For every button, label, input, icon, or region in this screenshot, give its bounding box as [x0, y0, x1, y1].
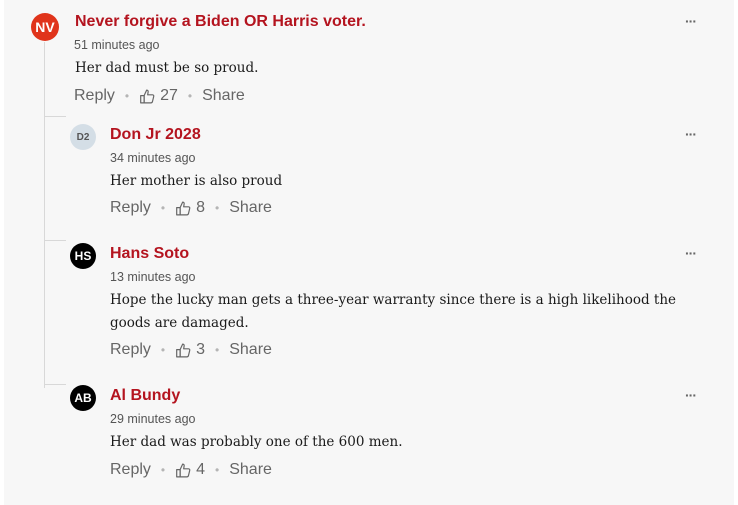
avatar[interactable]: NV [31, 13, 59, 41]
comment-timestamp[interactable]: 13 minutes ago [110, 270, 195, 284]
avatar-initials: D2 [76, 131, 90, 143]
avatar-initials: NV [35, 19, 55, 35]
thread-branch [44, 240, 66, 241]
separator-dot: • [187, 89, 193, 103]
thumbs-up-icon [140, 89, 155, 103]
share-button[interactable]: Share [202, 87, 245, 105]
thumbs-up-icon [176, 201, 191, 215]
comment-timestamp[interactable]: 29 minutes ago [110, 412, 195, 426]
reply-button[interactable]: Reply [110, 199, 151, 217]
comment-text: Her dad was probably one of the 600 men. [110, 434, 403, 450]
thread-branch [44, 116, 66, 117]
comment-author[interactable]: Never forgive a Biden OR Harris voter. [75, 13, 366, 31]
like-count: 4 [196, 461, 206, 478]
reply-button[interactable]: Reply [110, 461, 151, 479]
share-button[interactable]: Share [229, 199, 272, 217]
more-options-icon[interactable]: ··· [685, 13, 697, 29]
avatar[interactable]: AB [70, 385, 96, 411]
separator-dot: • [160, 343, 166, 357]
comments-panel: NV Never forgive a Biden OR Harris voter… [4, 0, 734, 505]
like-count: 8 [196, 199, 206, 216]
like-button[interactable]: 3 [175, 341, 205, 359]
thread-line [44, 42, 45, 388]
separator-dot: • [160, 463, 166, 477]
like-count: 3 [196, 341, 206, 358]
like-button[interactable]: 8 [175, 199, 205, 217]
reply-button[interactable]: Reply [110, 341, 151, 359]
comment-author[interactable]: Don Jr 2028 [110, 126, 201, 144]
comment-text: Her mother is also proud [110, 173, 283, 189]
separator-dot: • [124, 89, 130, 103]
like-button[interactable]: 27 [139, 87, 178, 105]
comment-text: Hope the lucky man gets a three-year war… [110, 292, 677, 331]
comment-actions: Reply • 3 • Share [110, 341, 272, 359]
more-options-icon[interactable]: ··· [685, 126, 697, 142]
comment-author[interactable]: Hans Soto [110, 245, 189, 263]
comment-actions: Reply • 27 • Share [74, 87, 245, 105]
like-count: 27 [160, 87, 178, 104]
avatar[interactable]: HS [70, 243, 96, 269]
comment-actions: Reply • 4 • Share [110, 461, 272, 479]
comment-text: Her dad must be so proud. [75, 60, 259, 76]
separator-dot: • [215, 201, 220, 215]
thread-branch [44, 384, 66, 385]
like-button[interactable]: 4 [175, 461, 205, 479]
comment-timestamp[interactable]: 51 minutes ago [74, 38, 159, 52]
comment-timestamp[interactable]: 34 minutes ago [110, 151, 195, 165]
more-options-icon[interactable]: ··· [685, 387, 697, 403]
share-button[interactable]: Share [229, 341, 272, 359]
reply-button[interactable]: Reply [74, 87, 115, 105]
comment-author[interactable]: Al Bundy [110, 387, 180, 405]
comment-actions: Reply • 8 • Share [110, 199, 272, 217]
avatar-initials: HS [74, 249, 92, 263]
share-button[interactable]: Share [229, 461, 272, 479]
separator-dot: • [215, 463, 220, 477]
separator-dot: • [215, 343, 220, 357]
thumbs-up-icon [176, 463, 191, 477]
separator-dot: • [160, 201, 166, 215]
thumbs-up-icon [176, 343, 191, 357]
more-options-icon[interactable]: ··· [685, 245, 697, 261]
avatar[interactable]: D2 [70, 124, 96, 150]
avatar-initials: AB [74, 391, 92, 405]
